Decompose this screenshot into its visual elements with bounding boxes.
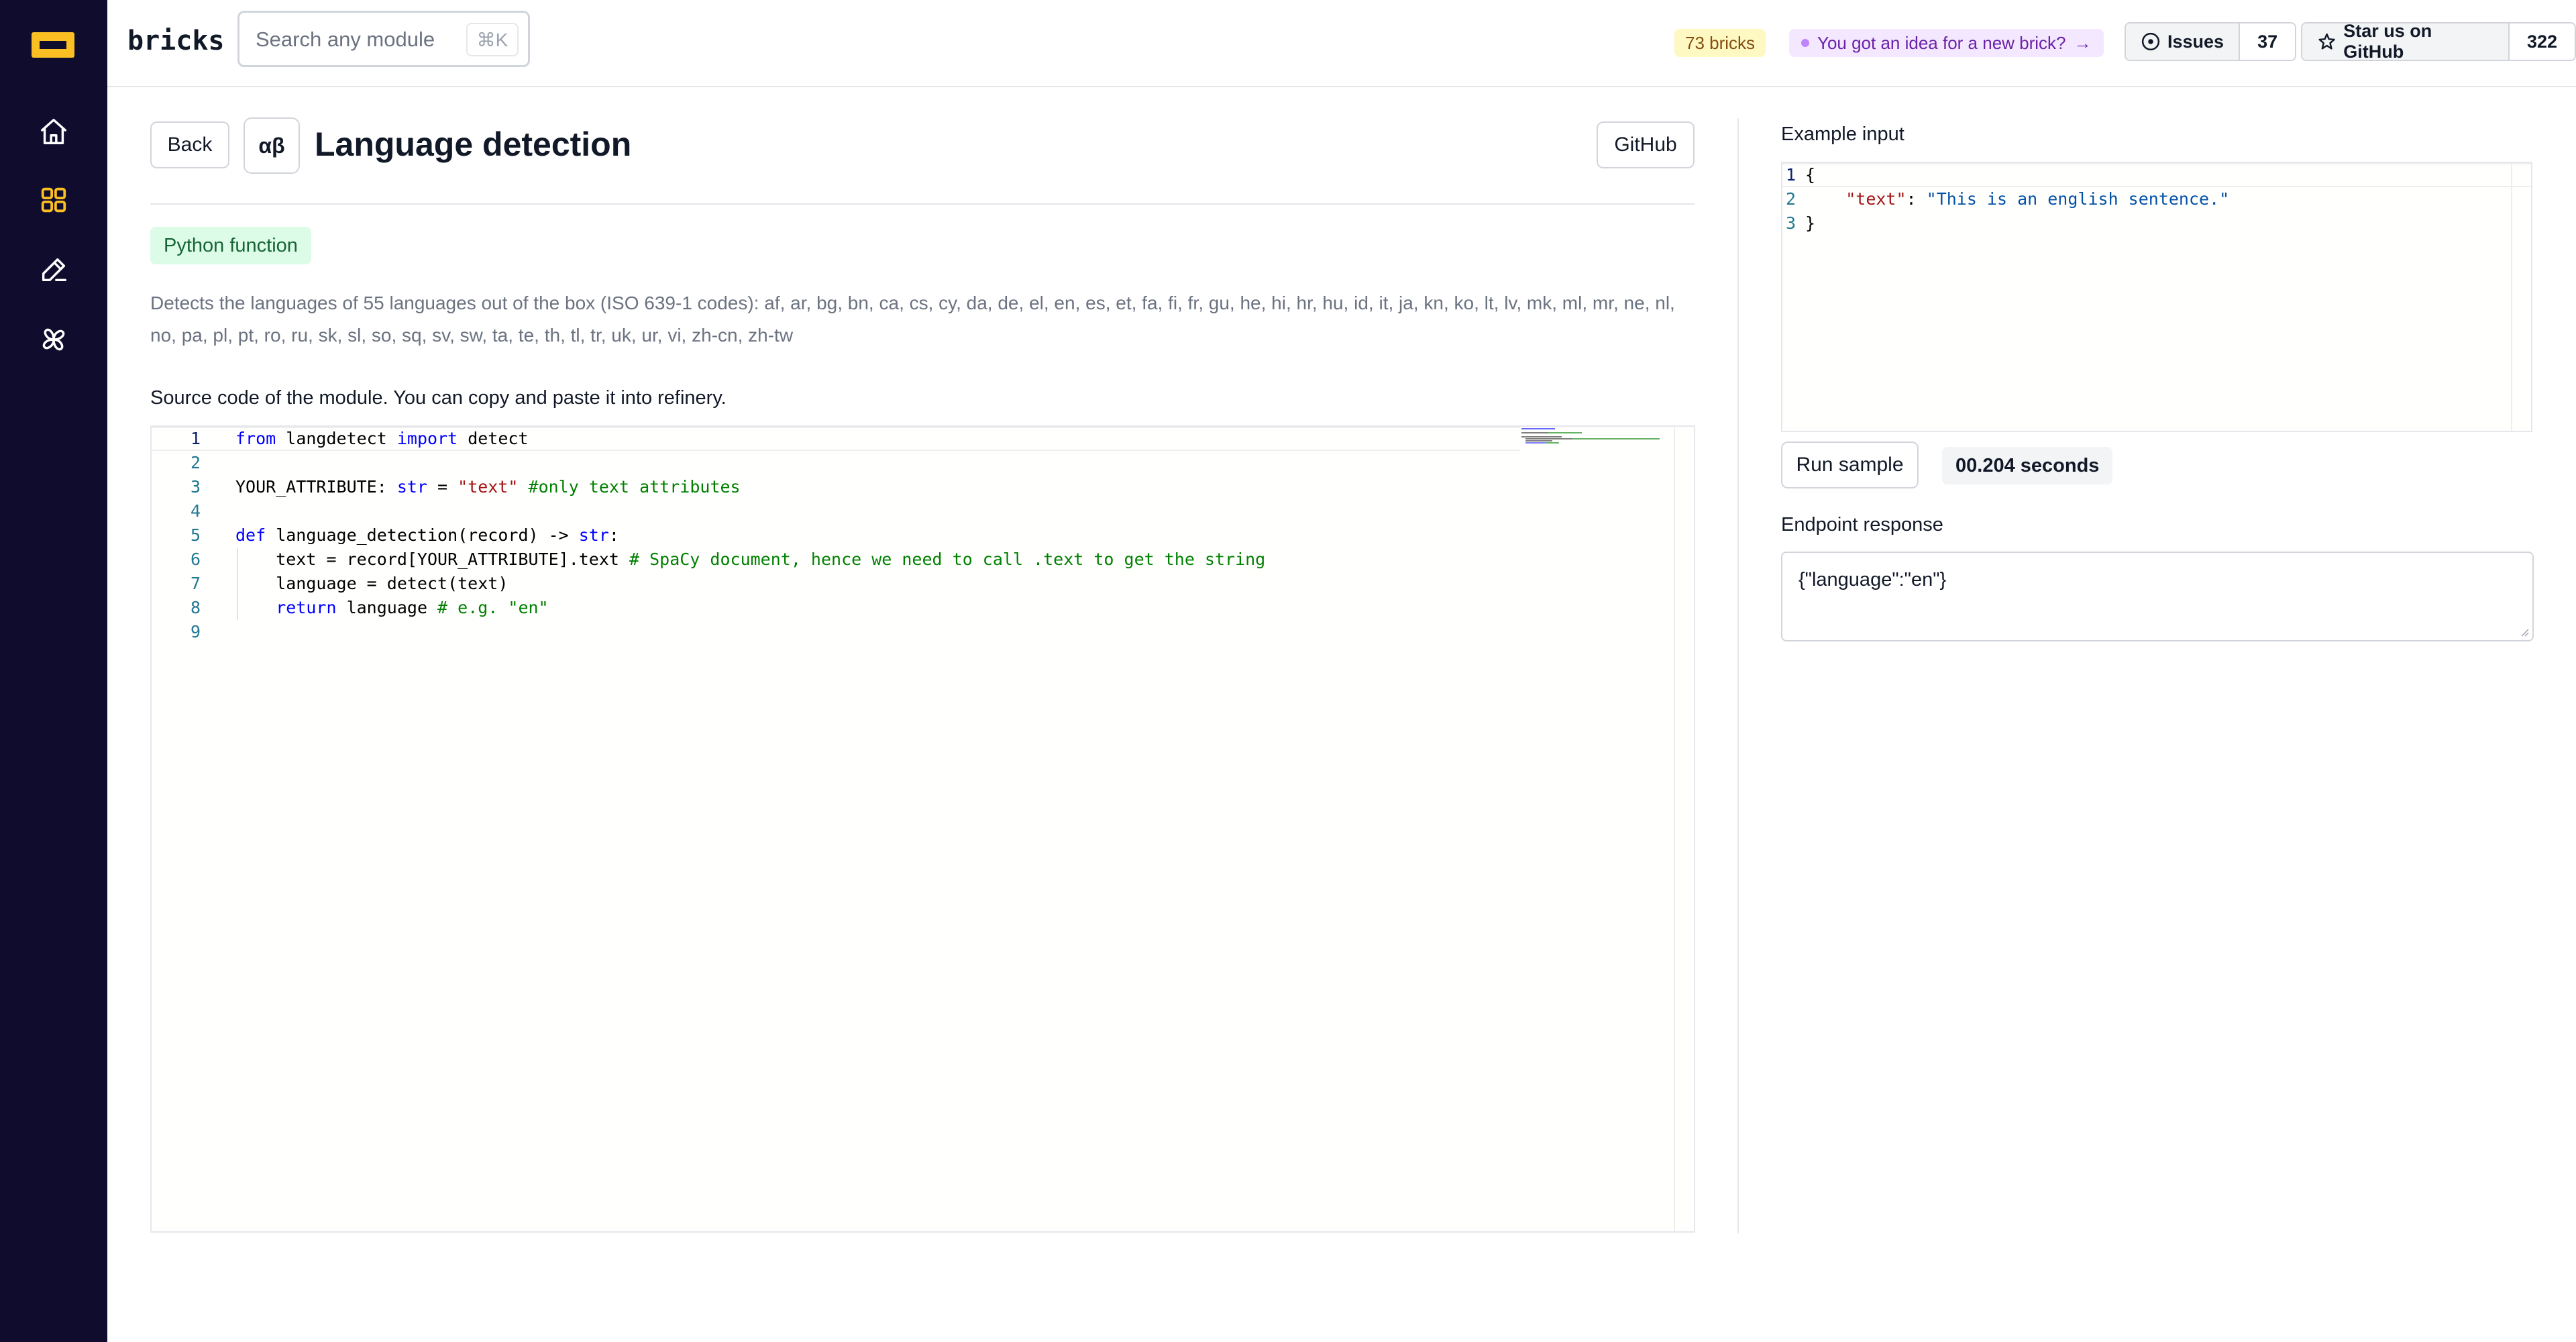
line-number: 9 <box>190 622 201 641</box>
code-text: language = detect(text) <box>235 574 508 593</box>
resize-handle-icon[interactable] <box>2519 627 2530 637</box>
source-code-label: Source code of the module. You can copy … <box>150 387 727 409</box>
back-button[interactable]: Back <box>150 121 229 168</box>
pinwheel-icon[interactable] <box>34 319 74 360</box>
code-line: 9 <box>152 620 201 644</box>
code-minimap[interactable] <box>1520 427 1668 454</box>
modules-grid-icon[interactable] <box>34 180 74 220</box>
github-button[interactable]: GitHub <box>1597 121 1695 168</box>
json-text: { <box>1805 165 1816 185</box>
line-number: 3 <box>1785 213 1796 233</box>
idea-link[interactable]: You got an idea for a new brick? → <box>1789 29 2104 57</box>
line-number: 1 <box>1785 165 1796 185</box>
code-line: 2 <box>152 451 201 475</box>
bricks-logo[interactable] <box>32 32 74 58</box>
line-number: 8 <box>190 598 201 617</box>
line-number: 3 <box>190 477 201 497</box>
sidebar <box>0 0 107 1342</box>
issue-circle-icon <box>2141 32 2160 51</box>
arrow-right-icon: → <box>2074 32 2092 53</box>
json-text: "text": "This is an english sentence." <box>1845 189 2230 209</box>
current-line-highlight <box>1782 163 2531 187</box>
code-line: 8 return language # e.g. "en" <box>152 596 549 620</box>
code-line: 6 text = record[YOUR_ATTRIBUTE].text # S… <box>152 548 1265 572</box>
dot-icon <box>1801 39 1809 47</box>
search-shortcut: ⌘K <box>466 23 519 56</box>
star-button-label: Star us on GitHub <box>2302 23 2510 60</box>
json-line: 2 "text": "This is an english sentence." <box>1782 187 2229 211</box>
module-icon: αβ <box>244 117 300 174</box>
endpoint-response-field[interactable]: {"language":"en"} <box>1781 552 2534 641</box>
editor-scrollbar[interactable] <box>1674 427 1675 1231</box>
idea-text: You got an idea for a new brick? <box>1817 32 2066 53</box>
code-line: 1 from langdetect import detect <box>152 427 529 451</box>
line-number: 5 <box>190 525 201 545</box>
json-line: 3 } <box>1782 211 1815 236</box>
line-number: 1 <box>190 429 201 448</box>
endpoint-response-label: Endpoint response <box>1781 514 1943 535</box>
elapsed-time-badge: 00.204 seconds <box>1942 447 2113 484</box>
source-code-editor[interactable]: 1 from langdetect import detect 2 3 YOUR… <box>150 425 1695 1233</box>
star-icon <box>2318 33 2335 50</box>
issues-label: Issues <box>2167 31 2224 52</box>
line-number: 2 <box>190 453 201 472</box>
page-title: Language detection <box>315 125 632 163</box>
star-label: Star us on GitHub <box>2343 22 2432 61</box>
brand-name[interactable]: bricks <box>127 25 225 56</box>
issues-button-label: Issues <box>2126 23 2241 60</box>
example-input-label: Example input <box>1781 123 1904 145</box>
run-sample-button[interactable]: Run sample <box>1781 442 1919 488</box>
home-icon[interactable] <box>34 111 74 152</box>
star-count: 322 <box>2509 23 2575 60</box>
line-number: 6 <box>190 550 201 569</box>
code-line: 5 def language_detection(record) -> str: <box>152 523 619 548</box>
issues-button[interactable]: Issues 37 <box>2125 22 2297 61</box>
code-text: return language # e.g. "en" <box>276 598 549 617</box>
code-text: text = record[YOUR_ATTRIBUTE].text # Spa… <box>235 550 1266 569</box>
topbar: bricks Search any module ⌘K 73 bricks Yo… <box>107 0 2576 87</box>
module-description: Detects the languages of 55 languages ou… <box>150 293 1675 346</box>
bricks-count-badge: 73 bricks <box>1674 29 1766 57</box>
line-number: 4 <box>190 501 201 521</box>
panel-divider <box>1737 118 1739 1233</box>
code-text: YOUR_ATTRIBUTE: str = "text" #only text … <box>235 477 741 497</box>
code-text: def language_detection(record) -> str: <box>235 525 619 545</box>
editor-scrollbar[interactable] <box>2511 163 2512 431</box>
example-input-editor[interactable]: 1 { 2 "text": "This is an english senten… <box>1781 162 2532 432</box>
module-type-tag: Python function <box>150 227 311 264</box>
code-line: 7 language = detect(text) <box>152 572 508 596</box>
line-number: 7 <box>190 574 201 593</box>
json-line: 1 { <box>1782 163 1815 187</box>
search-input[interactable]: Search any module ⌘K <box>237 11 530 67</box>
json-text: } <box>1805 213 1816 233</box>
code-line: 3 YOUR_ATTRIBUTE: str = "text" #only tex… <box>152 475 741 499</box>
code-line: 4 <box>152 499 201 523</box>
header-divider <box>150 203 1695 205</box>
app-root: bricks Search any module ⌘K 73 bricks Yo… <box>0 0 2576 1342</box>
search-placeholder: Search any module <box>256 28 435 51</box>
line-number: 2 <box>1785 189 1796 209</box>
star-github-button[interactable]: Star us on GitHub 322 <box>2301 22 2576 61</box>
endpoint-response-value: {"language":"en"} <box>1799 569 1947 590</box>
pen-edit-icon[interactable] <box>34 250 74 290</box>
code-text: from langdetect import detect <box>235 429 529 448</box>
issues-count: 37 <box>2240 23 2296 60</box>
